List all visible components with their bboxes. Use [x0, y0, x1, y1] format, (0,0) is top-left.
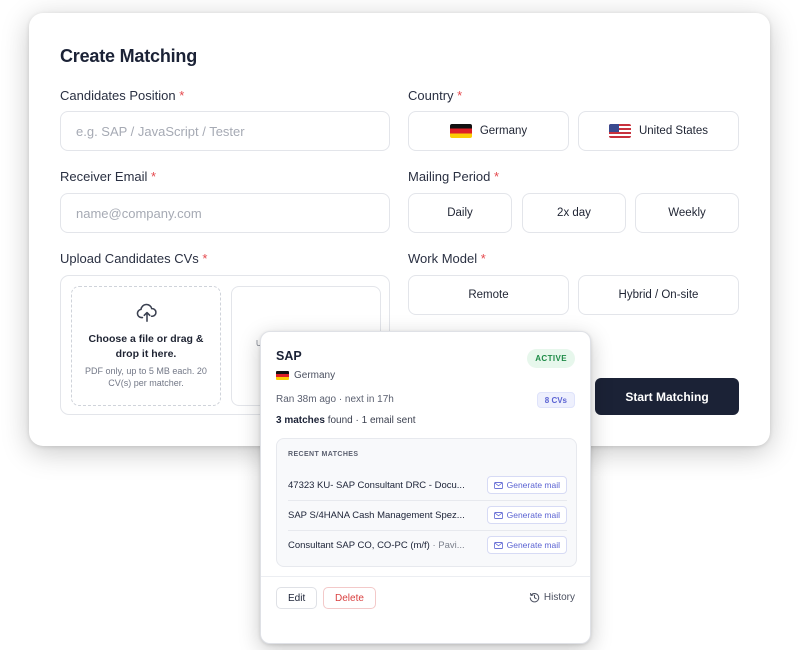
- mailing-option-label: Daily: [447, 207, 473, 219]
- recent-match-title-text: Consultant SAP CO, CO-PC (m/f): [288, 539, 430, 551]
- position-label-text: Candidates Position: [60, 88, 176, 103]
- generate-mail-label: Generate mail: [506, 540, 560, 550]
- country-option-label: United States: [638, 125, 709, 137]
- generate-mail-button[interactable]: Generate mail: [486, 476, 567, 494]
- work-model-label-text: Work Model: [408, 251, 478, 266]
- dropzone-subtitle: PDF only, up to 5 MB each. 20 CV(s) per …: [85, 366, 207, 388]
- email-label: Receiver Email *: [60, 169, 156, 184]
- generate-mail-label: Generate mail: [506, 510, 560, 520]
- run-schedule-text: Ran 38m ago · next in 17h: [276, 394, 394, 405]
- recent-matches-panel: RECENT MATCHES 47323 KU- SAP Consultant …: [276, 438, 577, 567]
- recent-match-title[interactable]: SAP S/4HANA Cash Management Spez...: [288, 510, 465, 521]
- required-mark: *: [457, 88, 463, 103]
- upload-cloud-icon: [136, 303, 157, 322]
- required-mark: *: [202, 251, 208, 266]
- matcher-country-label: Germany: [294, 370, 336, 381]
- matches-count: 3 matches: [276, 415, 325, 426]
- matcher-title: SAP: [276, 349, 302, 363]
- mailing-option-weekly[interactable]: Weekly: [635, 193, 739, 233]
- recent-match-title-text: 47323 KU- SAP Consultant DRC - Docu...: [288, 479, 465, 491]
- position-label: Candidates Position *: [60, 88, 184, 103]
- matches-summary-text: found · 1 email sent: [324, 415, 416, 426]
- status-badge: ACTIVE: [527, 349, 575, 368]
- germany-flag-icon: [276, 371, 289, 380]
- mail-icon: [493, 481, 503, 489]
- file-dropzone[interactable]: Choose a file or drag & drop it here. PD…: [71, 286, 221, 406]
- required-mark: *: [494, 169, 500, 184]
- required-mark: *: [179, 88, 185, 103]
- work-model-option-label: Hybrid / On-site: [618, 289, 699, 301]
- upload-label-text: Upload Candidates CVs: [60, 251, 199, 266]
- start-matching-button[interactable]: Start Matching: [595, 378, 739, 415]
- recent-match-row: SAP S/4HANA Cash Management Spez... Gene…: [288, 500, 567, 530]
- work-model-option-label: Remote: [468, 289, 509, 301]
- mailing-period-label: Mailing Period *: [408, 169, 499, 184]
- recent-match-title[interactable]: Consultant SAP CO, CO-PC (m/f) · Pavi...: [288, 540, 465, 551]
- upload-label: Upload Candidates CVs *: [60, 251, 207, 266]
- edit-button[interactable]: Edit: [276, 587, 318, 609]
- recent-match-extra: · Pavi...: [429, 539, 465, 551]
- cv-count-badge: 8 CVs: [536, 392, 575, 408]
- mailing-option-label: 2x day: [557, 207, 591, 219]
- popup-divider: [261, 576, 590, 577]
- page-title: Create Matching: [60, 46, 198, 66]
- recent-match-row: 47323 KU- SAP Consultant DRC - Docu... G…: [288, 470, 567, 500]
- matcher-popup: SAP ACTIVE Germany Ran 38m ago · next in…: [260, 331, 591, 644]
- mail-icon: [493, 511, 503, 519]
- work-model-label: Work Model *: [408, 251, 486, 266]
- work-model-option-hybrid[interactable]: Hybrid / On-site: [578, 275, 739, 315]
- generate-mail-button[interactable]: Generate mail: [486, 506, 567, 524]
- dropzone-title: Choose a file or drag & drop it here.: [88, 333, 204, 360]
- recent-match-row: Consultant SAP CO, CO-PC (m/f) · Pavi...…: [288, 530, 567, 560]
- mailing-period-label-text: Mailing Period: [408, 169, 491, 184]
- generate-mail-label: Generate mail: [506, 480, 560, 490]
- us-flag-icon: [608, 124, 631, 138]
- country-option-united-states[interactable]: United States: [578, 111, 739, 151]
- country-label: Country *: [408, 88, 462, 103]
- mailing-option-daily[interactable]: Daily: [408, 193, 512, 233]
- generate-mail-button[interactable]: Generate mail: [486, 536, 567, 554]
- recent-match-title-text: SAP S/4HANA Cash Management Spez...: [288, 509, 465, 521]
- required-mark: *: [151, 169, 157, 184]
- required-mark: *: [480, 251, 486, 266]
- mailing-option-label: Weekly: [668, 207, 706, 219]
- email-label-text: Receiver Email: [60, 169, 148, 184]
- mail-icon: [493, 541, 503, 549]
- country-option-germany[interactable]: Germany: [408, 111, 569, 151]
- germany-flag-icon: [449, 124, 472, 138]
- email-input[interactable]: [60, 193, 390, 233]
- history-label: History: [543, 592, 575, 603]
- history-icon: [529, 592, 540, 603]
- history-link[interactable]: History: [529, 592, 575, 603]
- mailing-option-2x-day[interactable]: 2x day: [522, 193, 626, 233]
- delete-button[interactable]: Delete: [323, 587, 376, 609]
- country-option-label: Germany: [479, 125, 528, 137]
- recent-matches-header: RECENT MATCHES: [288, 451, 359, 458]
- recent-match-title[interactable]: 47323 KU- SAP Consultant DRC - Docu...: [288, 480, 465, 491]
- matches-summary: 3 matches found · 1 email sent: [276, 415, 416, 426]
- position-input[interactable]: [60, 111, 390, 151]
- matcher-country: Germany: [276, 370, 335, 381]
- work-model-option-remote[interactable]: Remote: [408, 275, 569, 315]
- country-label-text: Country: [408, 88, 454, 103]
